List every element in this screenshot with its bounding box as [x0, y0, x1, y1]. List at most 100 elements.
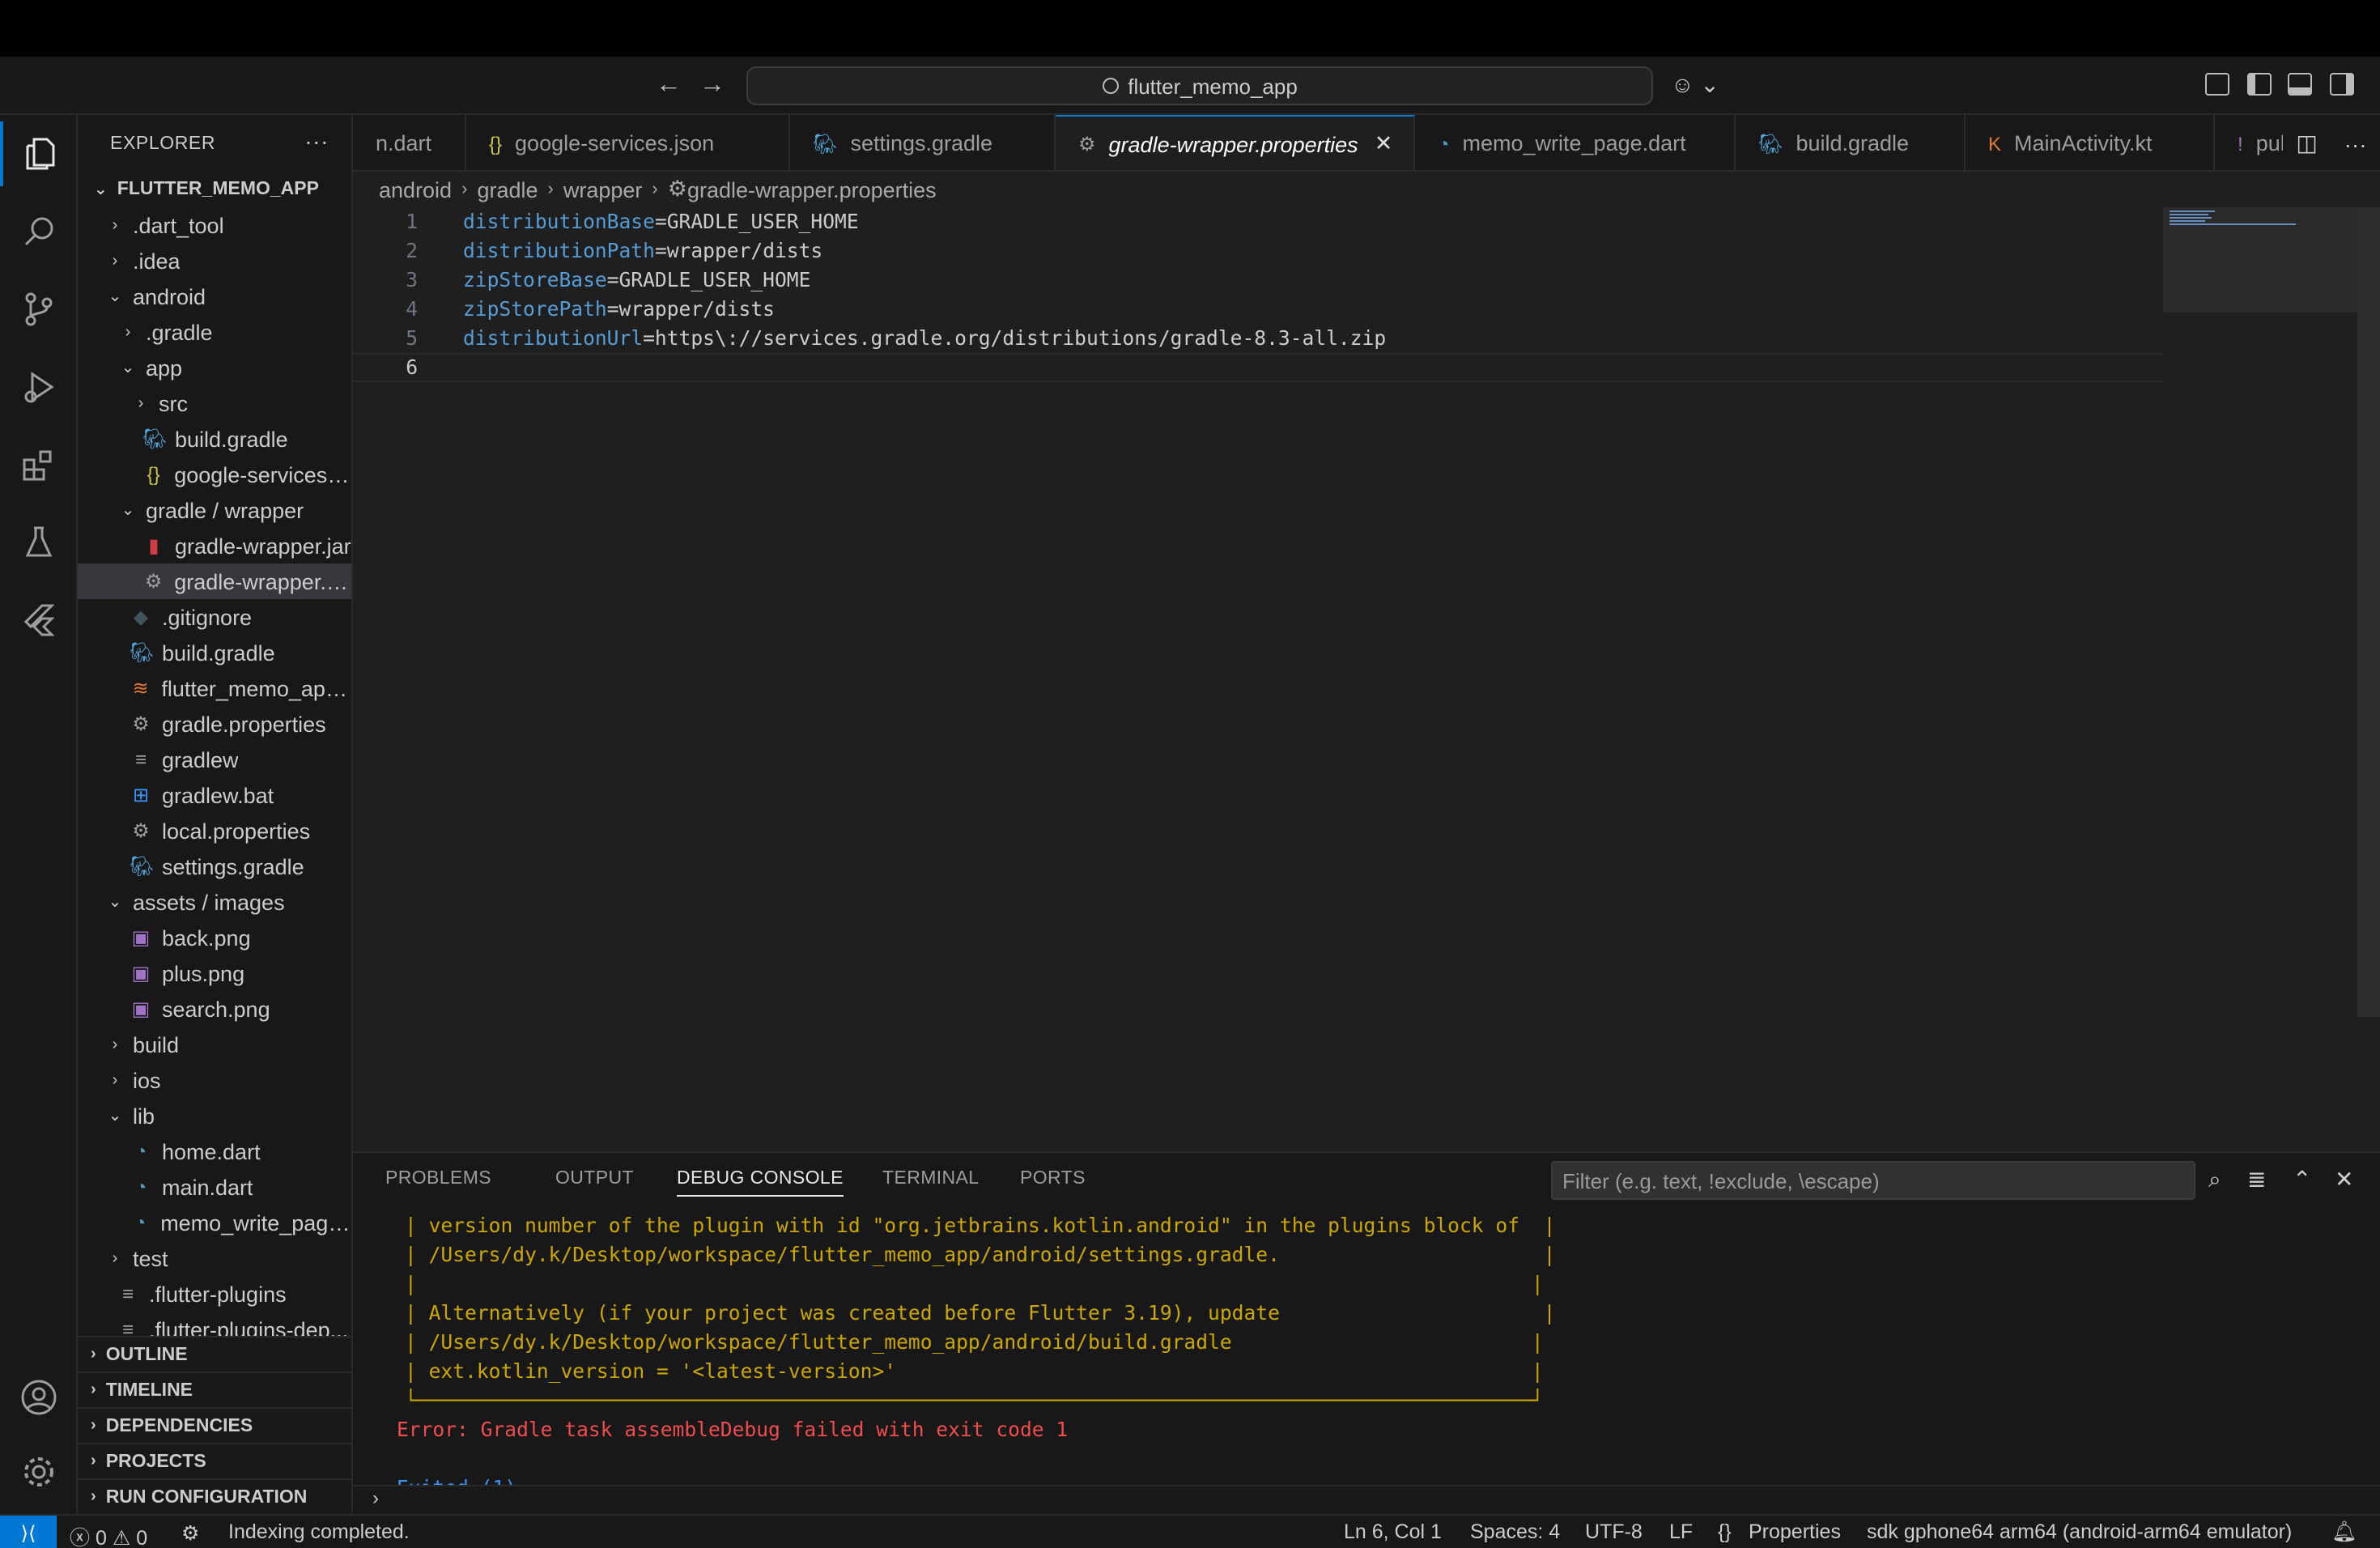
testing-icon[interactable]: [0, 510, 78, 575]
tree-item[interactable]: ▣ search.png: [78, 991, 351, 1027]
manage-gear-icon[interactable]: [0, 1440, 78, 1504]
maximize-panel-icon[interactable]: ⌃: [2293, 1166, 2311, 1193]
toggle-panel-icon[interactable]: [2288, 73, 2312, 96]
tree-item[interactable]: ⚙ gradle-wrapper.p...: [78, 563, 351, 599]
language-mode[interactable]: Properties: [1749, 1520, 1841, 1543]
indentation[interactable]: Spaces: 4: [1470, 1520, 1560, 1543]
tree-item[interactable]: ◆ .gitignore: [78, 599, 351, 635]
tree-item[interactable]: {} google-services.j...: [78, 457, 351, 492]
dart-icon: ◔: [134, 1176, 147, 1198]
editor-tab[interactable]: 🐘︎ settings.gradle: [790, 115, 1056, 170]
accounts-icon[interactable]: [0, 1365, 78, 1430]
gradle-icon: 🐘︎: [813, 132, 838, 155]
minimap[interactable]: [2163, 207, 2357, 313]
tree-item[interactable]: ≋ flutter_memo_app...: [78, 670, 351, 706]
section-dependencies[interactable]: › DEPENDENCIES: [78, 1407, 351, 1443]
root-folder[interactable]: ⌄ FLUTTER_MEMO_APP: [78, 172, 351, 207]
tree-item[interactable]: ≡ .flutter-plugins: [78, 1276, 351, 1312]
panel-tab-terminal[interactable]: TERMINAL: [882, 1169, 980, 1189]
panel-tab-problems[interactable]: PROBLEMS: [385, 1169, 491, 1189]
problems-status[interactable]: ⓧ 0 ⚠ 0: [70, 1520, 147, 1548]
image-icon: ▣: [131, 997, 151, 1020]
toggle-secondary-sidebar-icon[interactable]: [2330, 73, 2354, 96]
close-icon[interactable]: ✕: [1375, 131, 1393, 157]
remote-indicator-icon[interactable]: ⟩⟨: [0, 1516, 57, 1548]
section-projects[interactable]: › PROJECTS: [78, 1443, 351, 1478]
tree-item[interactable]: › src: [78, 385, 351, 421]
toggle-primary-sidebar-icon[interactable]: [2247, 73, 2272, 96]
editor-tab[interactable]: K MainActivity.kt: [1966, 115, 2215, 170]
forward-arrow-icon[interactable]: →: [699, 71, 725, 100]
editor-tab[interactable]: 🐘︎ build.gradle: [1736, 115, 1966, 170]
tree-item[interactable]: ▣ plus.png: [78, 955, 351, 991]
end-of-line[interactable]: LF: [1669, 1520, 1693, 1543]
tree-item[interactable]: ⌄ lib: [78, 1098, 351, 1133]
console-input[interactable]: ›: [353, 1485, 2380, 1514]
tree-item[interactable]: › test: [78, 1240, 351, 1276]
editor-tab[interactable]: {} google-services.json: [466, 115, 790, 170]
panel-tab-output[interactable]: OUTPUT: [555, 1169, 634, 1189]
tree-item[interactable]: ⚙ local.properties: [78, 813, 351, 848]
run-and-debug-icon[interactable]: [0, 355, 78, 419]
tree-item[interactable]: ◔ memo_write_page....: [78, 1205, 351, 1240]
command-center[interactable]: flutter_memo_app: [746, 66, 1653, 105]
clear-console-icon[interactable]: ≣: [2247, 1166, 2266, 1193]
device-selector[interactable]: sdk gphone64 arm64 (android-arm64 emulat…: [1867, 1520, 2292, 1543]
breadcrumb-item[interactable]: gradle-wrapper.properties: [687, 177, 937, 202]
more-actions-icon[interactable]: ···: [2344, 130, 2367, 156]
editor-tab[interactable]: ◔ memo_write_page.dart: [1415, 115, 1736, 170]
breadcrumb-item[interactable]: android: [379, 177, 452, 202]
tree-item-label: main.dart: [162, 1175, 253, 1199]
tree-item[interactable]: ⌄ app: [78, 350, 351, 385]
explorer-icon[interactable]: [0, 121, 78, 186]
debug-console-output[interactable]: | version number of the plugin with id "…: [353, 1211, 2380, 1486]
extensions-icon[interactable]: [0, 432, 78, 497]
tree-item[interactable]: › ios: [78, 1062, 351, 1098]
tree-item[interactable]: › .dart_tool: [78, 207, 351, 243]
split-editor-icon[interactable]: ◫: [2296, 130, 2317, 157]
customize-layout-icon[interactable]: [2205, 73, 2229, 96]
copilot-icon[interactable]: ☺︎ ⌄: [1671, 71, 1719, 99]
panel-tab-debug-console[interactable]: DEBUG CONSOLE: [677, 1169, 844, 1197]
more-actions-icon[interactable]: ···: [304, 128, 329, 154]
tree-item[interactable]: › .idea: [78, 243, 351, 279]
close-panel-icon[interactable]: ✕: [2335, 1166, 2353, 1193]
editor-scrollbar[interactable]: [2357, 207, 2380, 1017]
section-outline[interactable]: › OUTLINE: [78, 1336, 351, 1372]
tree-item[interactable]: ◔ main.dart: [78, 1169, 351, 1205]
tree-item[interactable]: ⚙ gradle.properties: [78, 706, 351, 742]
tree-item[interactable]: ⌄ android: [78, 279, 351, 314]
tree-item[interactable]: 🐘︎ build.gradle: [78, 421, 351, 457]
source-control-icon[interactable]: [0, 277, 78, 342]
tree-item[interactable]: ⌄ gradle / wrapper: [78, 492, 351, 528]
tree-item[interactable]: 🐘︎ build.gradle: [78, 635, 351, 670]
editor-tab[interactable]: ⚙ gradle-wrapper.properties ✕: [1056, 115, 1415, 170]
tree-item[interactable]: ◔ home.dart: [78, 1133, 351, 1169]
search-icon[interactable]: ⌕: [2208, 1166, 2221, 1193]
section-timeline[interactable]: › TIMELINE: [78, 1372, 351, 1407]
editor-tab[interactable]: n.dart: [353, 115, 466, 170]
breadcrumb-item[interactable]: gradle: [477, 177, 538, 202]
breadcrumb-item[interactable]: wrapper: [563, 177, 643, 202]
gradle-icon: 🐘︎: [142, 427, 168, 450]
tree-item[interactable]: › build: [78, 1027, 351, 1062]
encoding[interactable]: UTF-8: [1585, 1520, 1643, 1543]
cursor-position[interactable]: Ln 6, Col 1: [1344, 1520, 1442, 1543]
notifications-bell-icon[interactable]: 🔔︎: [2331, 1520, 2357, 1545]
panel-tab-ports[interactable]: PORTS: [1020, 1169, 1086, 1189]
console-filter-input[interactable]: Filter (e.g. text, !exclude, \escape): [1551, 1161, 2195, 1200]
tree-item[interactable]: ▮ gradle-wrapper.jar: [78, 528, 351, 563]
flutter-icon[interactable]: [0, 588, 78, 653]
port-forward-icon[interactable]: ⚙: [181, 1520, 199, 1545]
tree-item[interactable]: 🐘︎ settings.gradle: [78, 848, 351, 884]
gradle-icon: 🐘︎: [130, 641, 155, 664]
search-icon[interactable]: [0, 199, 78, 264]
code-area[interactable]: 1 distributionBase=GRADLE_USER_HOME 2 distr…: [353, 207, 2163, 382]
section-run-configuration[interactable]: › RUN CONFIGURATION: [78, 1478, 351, 1514]
tree-item[interactable]: ⌄ assets / images: [78, 884, 351, 920]
tree-item[interactable]: ▣ back.png: [78, 920, 351, 955]
tree-item[interactable]: ⊞ gradlew.bat: [78, 777, 351, 813]
tree-item[interactable]: › .gradle: [78, 314, 351, 350]
tree-item[interactable]: ≡ gradlew: [78, 742, 351, 777]
back-arrow-icon[interactable]: ←: [656, 71, 682, 100]
